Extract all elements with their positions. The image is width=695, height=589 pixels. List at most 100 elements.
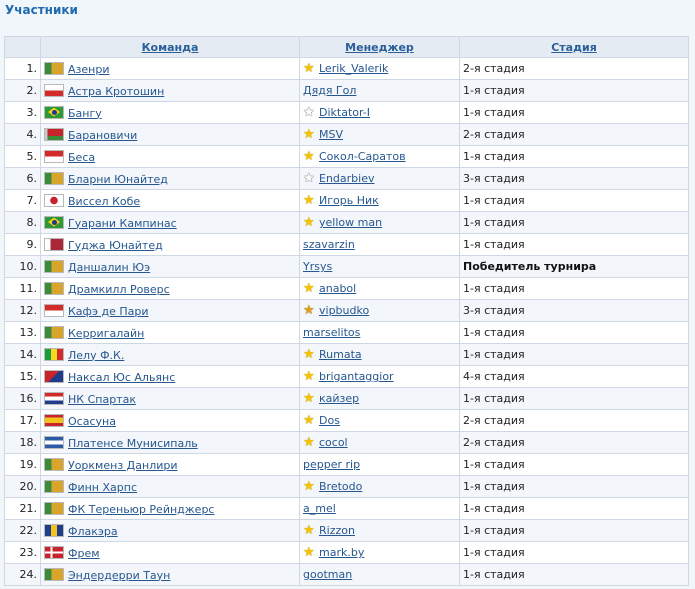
manager-link[interactable]: a_mel <box>303 502 336 515</box>
team-link[interactable]: Азенри <box>68 63 109 76</box>
team-link[interactable]: Гуарани Кампинас <box>68 217 177 230</box>
star-icon: ★ <box>303 545 315 560</box>
row-number: 3. <box>4 101 41 124</box>
table-row: 1. Азенри ★ Lerik_Valerik 2-я стадия <box>4 57 689 80</box>
team-link[interactable]: Кафэ де Пари <box>68 305 149 318</box>
team-link[interactable]: Флакэра <box>68 525 118 538</box>
star-icon: ★ <box>303 171 315 186</box>
manager-link[interactable]: Rumata <box>319 348 362 361</box>
manager-link[interactable]: brigantaggior <box>319 370 394 383</box>
table-row: 2. Астра Кротошин Дядя Гол 1-я стадия <box>4 79 689 102</box>
manager-link[interactable]: Дядя Гол <box>303 84 356 97</box>
manager-link[interactable]: gootman <box>303 568 352 581</box>
flag-icon <box>44 303 64 317</box>
manager-cell: ★ Rumata <box>299 343 460 366</box>
row-number: 8. <box>4 211 41 234</box>
row-number: 19. <box>4 453 41 476</box>
manager-link[interactable]: кайзер <box>319 392 359 405</box>
row-number: 11. <box>4 277 41 300</box>
manager-link[interactable]: cocol <box>319 436 348 449</box>
flag-icon <box>44 369 64 383</box>
manager-link[interactable]: marselitos <box>303 326 360 339</box>
row-number: 9. <box>4 233 41 256</box>
stage-cell: 1-я стадия <box>459 453 689 476</box>
team-link[interactable]: Беса <box>68 151 95 164</box>
manager-link[interactable]: Сокол-Саратов <box>319 150 406 163</box>
team-link[interactable]: Драмкилл Роверс <box>68 283 170 296</box>
manager-link[interactable]: Endarbiev <box>319 172 374 185</box>
stage-cell: 1-я стадия <box>459 519 689 542</box>
team-cell: Гуджа Юнайтед <box>40 233 300 256</box>
team-cell: ФК Тереньюр Рейнджерс <box>40 497 300 520</box>
team-link[interactable]: Платенсе Мунисипаль <box>68 437 198 450</box>
team-cell: Гуарани Кампинас <box>40 211 300 234</box>
column-header-manager[interactable]: Менеджер <box>299 36 460 58</box>
team-link[interactable]: Бларни Юнайтед <box>68 173 168 186</box>
row-number: 13. <box>4 321 41 344</box>
manager-link[interactable]: szavarzin <box>303 238 355 251</box>
team-link[interactable]: Гуджа Юнайтед <box>68 239 163 252</box>
row-number: 17. <box>4 409 41 432</box>
manager-link[interactable]: Diktator-I <box>319 106 370 119</box>
flag-icon <box>44 435 64 449</box>
table-row: 7. Виссел Кобе ★ Игорь Ник 1-я стадия <box>4 189 689 212</box>
team-link[interactable]: Финн Харпс <box>68 481 137 494</box>
stage-cell: Победитель турнира <box>459 255 689 278</box>
manager-cell: ★ Bretodo <box>299 475 460 498</box>
team-link[interactable]: Фрем <box>68 547 100 560</box>
row-number: 21. <box>4 497 41 520</box>
manager-link[interactable]: Lerik_Valerik <box>319 62 388 75</box>
team-link[interactable]: Наксал Юс Альянс <box>68 371 175 384</box>
manager-cell: ★ Diktator-I <box>299 101 460 124</box>
team-link[interactable]: Осасуна <box>68 415 116 428</box>
manager-link[interactable]: MSV <box>319 128 343 141</box>
team-link[interactable]: Лелу Ф.К. <box>68 349 124 362</box>
stage-cell: 2-я стадия <box>459 431 689 454</box>
manager-link[interactable]: Rizzon <box>319 524 355 537</box>
manager-cell: ★ anabol <box>299 277 460 300</box>
stage-cell: 1-я стадия <box>459 475 689 498</box>
star-icon: ★ <box>303 391 315 406</box>
manager-link[interactable]: Yrsys <box>303 260 332 273</box>
manager-link[interactable]: Dos <box>319 414 340 427</box>
table-row: 12. Кафэ де Пари ★ vipbudko 3-я стадия <box>4 299 689 322</box>
team-link[interactable]: Даншалин Юэ <box>68 261 150 274</box>
team-link[interactable]: Уоркменз Данлири <box>68 459 178 472</box>
table-row: 11. Драмкилл Роверс ★ anabol 1-я стадия <box>4 277 689 300</box>
flag-icon <box>44 545 64 559</box>
table-row: 8. Гуарани Кампинас ★ yellow man 1-я стадия <box>4 211 689 234</box>
flag-icon <box>44 325 64 339</box>
manager-link[interactable]: anabol <box>319 282 356 295</box>
table-row: 24. Эндердерри Таун gootman 1-я стадия <box>4 563 689 586</box>
team-link[interactable]: Бангу <box>68 107 102 120</box>
team-link[interactable]: Астра Кротошин <box>68 85 164 98</box>
team-link[interactable]: ФК Тереньюр Рейнджерс <box>68 503 214 516</box>
manager-link[interactable]: yellow man <box>319 216 382 229</box>
column-header-team[interactable]: Команда <box>40 36 300 58</box>
row-number: 18. <box>4 431 41 454</box>
manager-link[interactable]: pepper rip <box>303 458 360 471</box>
manager-link[interactable]: Игорь Ник <box>319 194 379 207</box>
team-link[interactable]: Барановичи <box>68 129 137 142</box>
flag-icon <box>44 567 64 581</box>
team-cell: Платенсе Мунисипаль <box>40 431 300 454</box>
manager-link[interactable]: Bretodo <box>319 480 362 493</box>
row-number: 14. <box>4 343 41 366</box>
stage-cell: 2-я стадия <box>459 409 689 432</box>
team-link[interactable]: Керригалайн <box>68 327 144 340</box>
team-cell: Наксал Юс Альянс <box>40 365 300 388</box>
stage-cell: 2-я стадия <box>459 57 689 80</box>
column-header-stage[interactable]: Стадия <box>459 36 689 58</box>
team-link[interactable]: Эндердерри Таун <box>68 569 170 582</box>
team-cell: Барановичи <box>40 123 300 146</box>
manager-link[interactable]: vipbudko <box>319 304 369 317</box>
row-number: 20. <box>4 475 41 498</box>
manager-cell: a_mel <box>299 497 460 520</box>
table-row: 5. Беса ★ Сокол-Саратов 1-я стадия <box>4 145 689 168</box>
team-cell: Кафэ де Пари <box>40 299 300 322</box>
team-link[interactable]: Виссел Кобе <box>68 195 140 208</box>
flag-icon <box>44 391 64 405</box>
team-link[interactable]: НК Спартак <box>68 393 136 406</box>
manager-link[interactable]: mark.by <box>319 546 364 559</box>
team-cell: Астра Кротошин <box>40 79 300 102</box>
